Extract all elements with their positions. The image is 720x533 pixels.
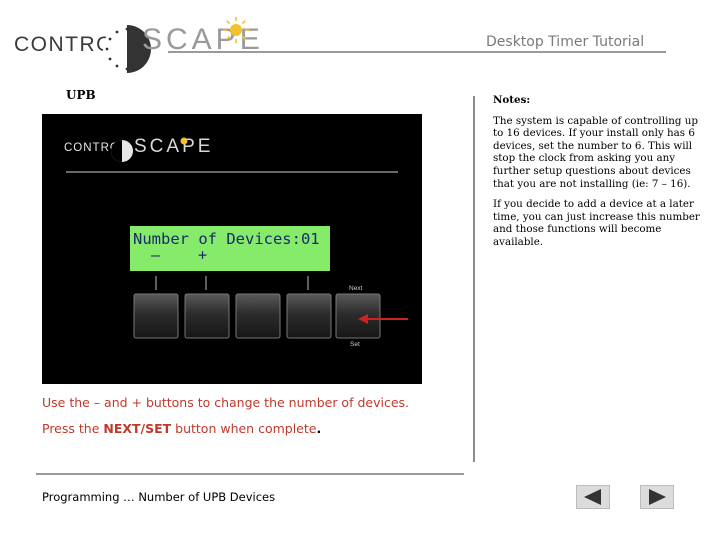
instruction-next-set: NEXT/SET — [103, 421, 172, 436]
notes-paragraph-2: If you decide to add a device at a later… — [493, 198, 700, 248]
soft-button-2 — [184, 293, 230, 339]
lcd-plus: + — [198, 246, 207, 264]
next-label: Next — [349, 285, 363, 292]
soft-button-1 — [133, 293, 179, 339]
soft-button-3 — [235, 293, 281, 339]
instruction-line-1: Use the – and + buttons to change the nu… — [42, 395, 409, 410]
notes-panel: Notes: The system is capable of controll… — [493, 94, 705, 257]
next-slide-button[interactable] — [640, 485, 674, 509]
next-set-soft-button — [335, 293, 381, 339]
lcd-line1: Number of Devices:01 — [133, 230, 320, 248]
device-screen-image: CONTROL SCAPE Number of Devices:01 – + N… — [42, 114, 422, 384]
soft-button-4 — [286, 293, 332, 339]
controlscape-logo: CONTROL SCAPE — [14, 17, 260, 73]
notes-title: Notes: — [493, 94, 531, 106]
instruction-suffix: button when complete — [171, 421, 317, 436]
set-label: Set — [350, 341, 360, 348]
instruction-period: . — [316, 421, 322, 436]
lcd-minus: – — [151, 246, 161, 264]
notes-paragraph-1: The system is capable of controlling up … — [493, 114, 698, 190]
tutorial-title: Desktop Timer Tutorial — [486, 34, 645, 50]
previous-slide-button[interactable] — [576, 485, 610, 509]
instruction-line-2: Press the NEXT/SET button when complete. — [42, 421, 321, 436]
header-divider — [168, 51, 666, 53]
sun-icon — [223, 17, 249, 43]
triangle-left-icon — [584, 489, 601, 505]
footer-divider — [36, 473, 464, 475]
device-logo-scape: SCAPE — [134, 136, 213, 157]
instruction-prefix: Press the — [42, 421, 104, 436]
column-divider — [473, 96, 475, 462]
section-label: UPB — [66, 88, 96, 102]
triangle-right-icon — [649, 489, 666, 505]
footer-caption: Programming … Number of UPB Devices — [42, 490, 276, 504]
